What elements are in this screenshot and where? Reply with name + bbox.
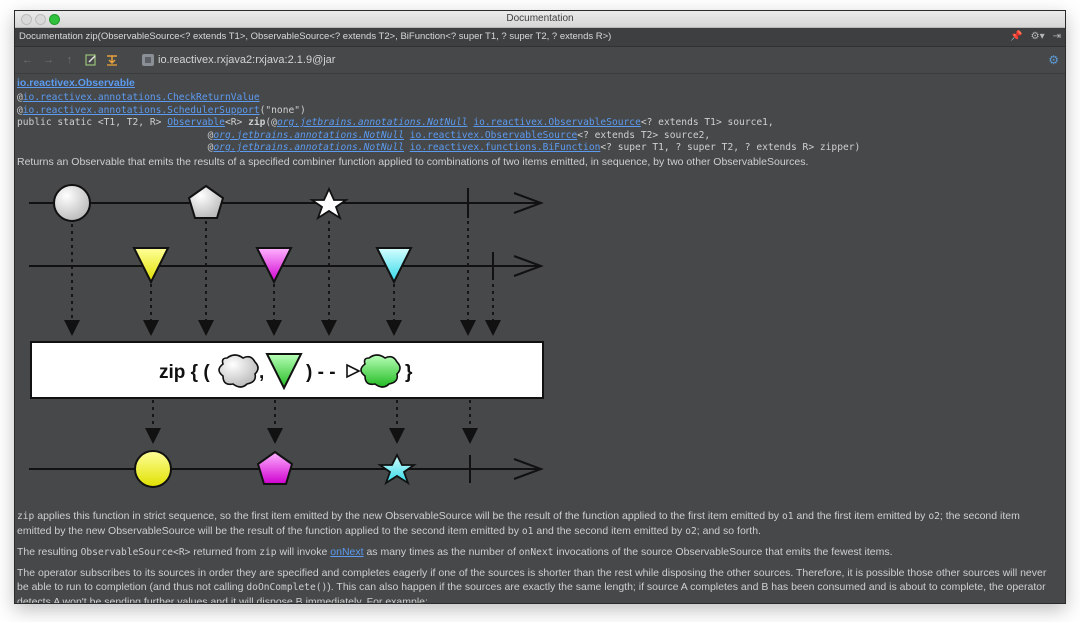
white-star-marble xyxy=(309,186,349,220)
output-timeline xyxy=(29,449,544,488)
doc-content: io.reactivex.Observable @io.reactivex.an… xyxy=(15,74,1065,604)
library-jar-icon xyxy=(142,54,154,66)
doc-header-bar: Documentation zip(ObservableSource<? ext… xyxy=(15,28,1065,47)
doc-header-text: Documentation zip(ObservableSource<? ext… xyxy=(19,31,612,42)
zip-comma: , xyxy=(259,362,264,383)
param3-tail: <? super T1, ? super T2, ? extends R> zi… xyxy=(600,142,861,153)
annotation-arg: ("none") xyxy=(259,104,306,116)
method-description: Returns an Observable that emits the res… xyxy=(17,155,809,168)
input-arrowheads xyxy=(64,319,501,336)
cyan-star-marble xyxy=(377,452,417,485)
zip-label: zip { ( xyxy=(159,362,210,383)
settings-gear-icon[interactable]: ⚙▾ xyxy=(1031,28,1045,46)
onnext-link[interactable]: onNext xyxy=(330,546,363,558)
subscription-order-paragraph: The operator subscribes to its sources i… xyxy=(17,566,1047,604)
package-link[interactable]: io.reactivex.Observable xyxy=(17,77,135,89)
green-cloud-shape xyxy=(360,353,401,388)
signature-block: @io.reactivex.annotations.CheckReturnVal… xyxy=(17,92,861,153)
method-name: zip xyxy=(248,117,266,128)
white-cloud-shape xyxy=(218,353,259,388)
annotation-check-return-link[interactable]: io.reactivex.annotations.CheckReturnValu… xyxy=(23,92,260,103)
observable-return-link[interactable]: Observable xyxy=(167,117,225,128)
magenta-pentagon-marble xyxy=(256,450,294,485)
white-circle-marble xyxy=(53,183,91,222)
title-bar: Documentation xyxy=(15,11,1065,28)
onnext-paragraph: The resulting ObservableSource<R> return… xyxy=(17,545,893,558)
annotation-scheduler-link[interactable]: io.reactivex.annotations.SchedulerSuppor… xyxy=(23,105,260,116)
param2-tail: <? extends T2> source2, xyxy=(577,129,711,141)
observable-source-link-1[interactable]: io.reactivex.ObservableSource xyxy=(473,117,641,128)
library-location: io.reactivex.rxjava2:rxjava:2.1.9@jar xyxy=(142,54,335,66)
observable-source-link-2[interactable]: io.reactivex.ObservableSource xyxy=(410,130,578,141)
yellow-circle-marble xyxy=(134,449,172,488)
doc-toolbar: ← → ↑ io.reactivex.rxjava2:rxjava:2.1.9@… xyxy=(15,47,1065,74)
documentation-window: Documentation Documentation zip(Observab… xyxy=(14,10,1066,604)
param1-tail: <? extends T1> source1, xyxy=(640,117,774,128)
sig-return-tail: <R> xyxy=(224,117,249,128)
close-window-button[interactable] xyxy=(21,14,32,25)
notnull-link-1[interactable]: org.jetbrains.annotations.NotNull xyxy=(277,117,468,128)
source2-timeline xyxy=(29,246,544,284)
sig-open: (@ xyxy=(265,117,277,128)
zip-close-brace: } xyxy=(405,362,413,383)
bifunction-link[interactable]: io.reactivex.functions.BiFunction xyxy=(410,142,601,153)
external-doc-icon[interactable] xyxy=(105,54,118,67)
minimize-window-button[interactable] xyxy=(35,14,46,25)
zip-marble-diagram: zip { ( , ) - - } xyxy=(29,183,544,488)
library-jar-label: io.reactivex.rxjava2:rxjava:2.1.9@jar xyxy=(158,54,336,66)
source1-timeline xyxy=(29,183,544,222)
back-arrow-icon[interactable]: ← xyxy=(21,54,34,67)
edit-source-icon[interactable] xyxy=(84,54,97,67)
sig-prefix: public static <T1, T2, R> xyxy=(17,117,168,128)
maximize-window-button[interactable] xyxy=(49,14,60,25)
input-arrows xyxy=(71,220,494,322)
forward-arrow-icon[interactable]: → xyxy=(42,54,55,67)
notnull-link-2[interactable]: org.jetbrains.annotations.NotNull xyxy=(213,130,404,141)
toolbar-settings-icon[interactable]: ⚙ xyxy=(1048,53,1059,67)
zip-arrow-text: ) - - xyxy=(306,362,336,383)
white-pentagon-marble xyxy=(187,184,225,219)
notnull-link-3[interactable]: org.jetbrains.annotations.NotNull xyxy=(213,142,404,153)
window-title: Documentation xyxy=(506,13,574,24)
zip-operator-box: zip { ( , ) - - } xyxy=(30,340,544,399)
header-icons: 📌 ⚙▾ ⇥ xyxy=(1010,28,1061,46)
pin-icon[interactable]: 📌 xyxy=(1010,28,1022,46)
hide-panel-icon[interactable]: ⇥ xyxy=(1053,28,1061,46)
output-arrowheads xyxy=(145,427,478,444)
output-arrows xyxy=(152,399,471,430)
zip-sequence-paragraph: zip applies this function in strict sequ… xyxy=(17,509,1020,537)
up-arrow-icon[interactable]: ↑ xyxy=(63,54,76,67)
